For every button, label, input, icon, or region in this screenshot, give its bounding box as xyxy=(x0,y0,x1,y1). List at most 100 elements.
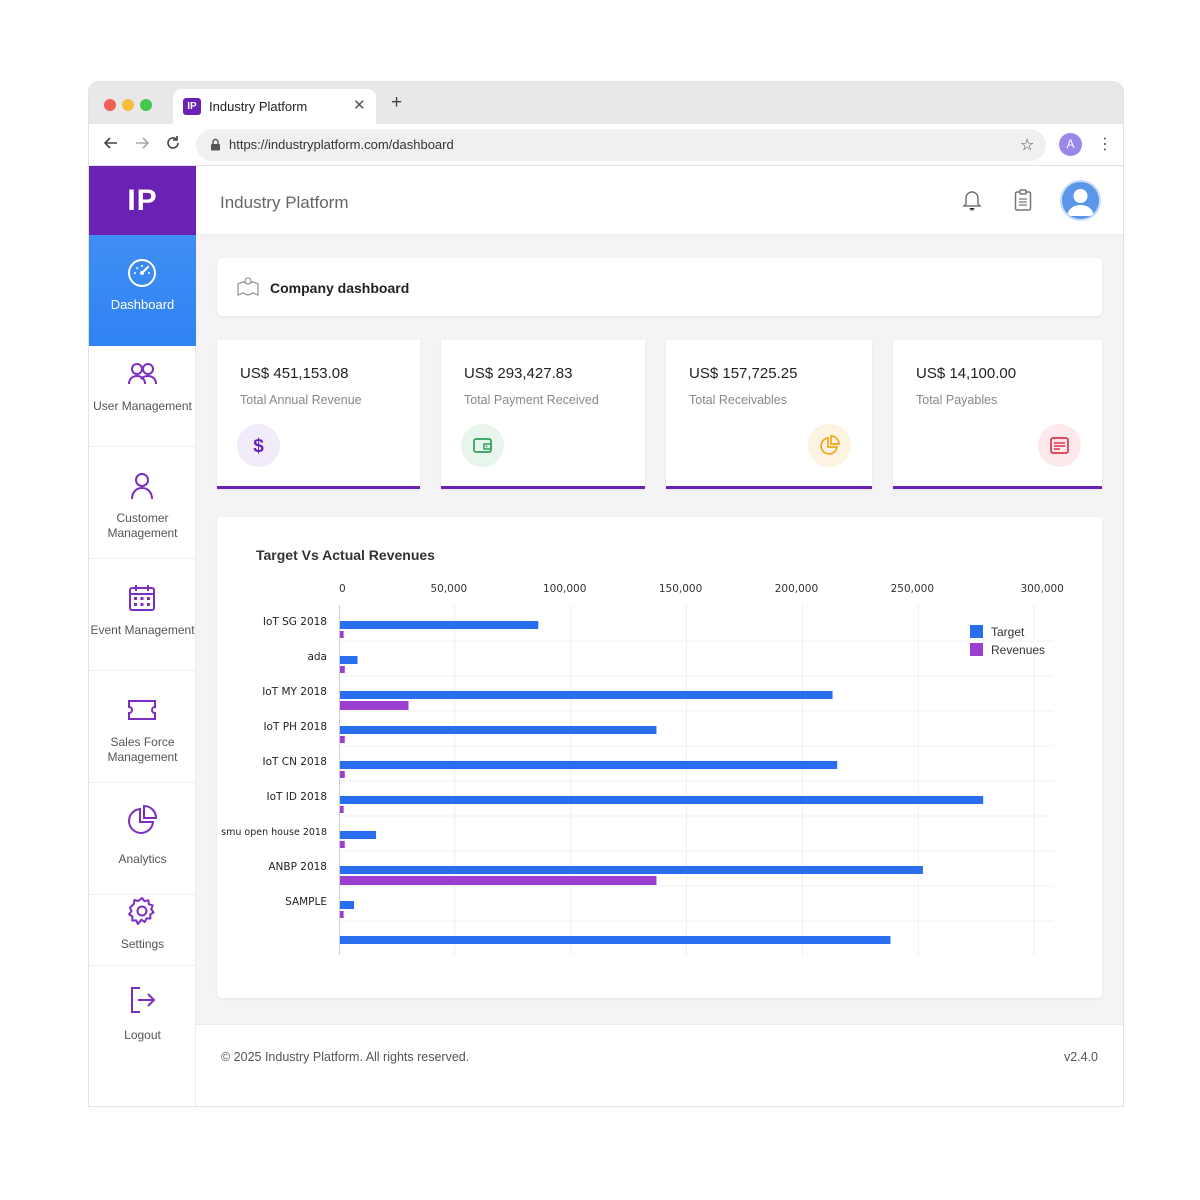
legend-swatch xyxy=(970,625,983,638)
y-tick-label: IoT ID 2018 xyxy=(266,791,327,803)
bar-target xyxy=(340,761,838,769)
kpi-card-payment-received: US$ 293,427.83 Total Payment Received xyxy=(441,340,645,489)
y-tick-label: IoT MY 2018 xyxy=(262,686,327,698)
legend-swatch xyxy=(970,643,983,656)
kpi-label: Total Payables xyxy=(916,393,998,407)
legend-label: Revenues xyxy=(991,643,1045,657)
bar-revenues xyxy=(340,666,345,673)
sidebar-item-dashboard[interactable]: Dashboard xyxy=(89,235,196,346)
kpi-value: US$ 157,725.25 xyxy=(689,365,798,382)
app-logo[interactable]: IP xyxy=(89,166,196,235)
legend-label: Target xyxy=(991,625,1025,639)
url-text: https://industryplatform.com/dashboard xyxy=(229,137,454,152)
browser-window: IP Industry Platform ✕ + https://industr… xyxy=(89,82,1123,1106)
bar-target xyxy=(340,901,355,909)
footer: © 2025 Industry Platform. All rights res… xyxy=(196,1024,1123,1106)
bar-revenues xyxy=(340,701,409,710)
bar-revenues xyxy=(340,876,657,885)
sidebar-item-label: Customer Management xyxy=(107,511,178,540)
sidebar-item-event-management[interactable]: Event Management xyxy=(89,560,196,671)
sidebar-item-user-management[interactable]: User Management xyxy=(89,336,196,447)
revenue-chart-card: Target Vs Actual Revenues 0 50,000 100,000… xyxy=(217,517,1102,998)
bar-target xyxy=(340,656,358,664)
map-icon xyxy=(237,276,259,301)
sidebar-item-logout[interactable]: Logout xyxy=(89,966,196,1057)
maximize-window-button[interactable] xyxy=(140,99,152,111)
banner-title: Company dashboard xyxy=(270,280,410,296)
bar-revenues xyxy=(340,631,344,638)
bar-revenues xyxy=(340,806,344,813)
sidebar-item-label: Settings xyxy=(120,937,165,951)
kpi-card-payables: US$ 14,100.00 Total Payables xyxy=(893,340,1102,489)
sidebar-item-settings[interactable]: Settings xyxy=(89,875,196,966)
page-title: Industry Platform xyxy=(220,193,349,212)
bar-target xyxy=(340,831,377,839)
favicon-icon: IP xyxy=(183,98,201,115)
bookmark-star-icon[interactable]: ☆ xyxy=(1020,135,1034,155)
sidebar-item-label: User Management xyxy=(93,399,192,413)
sidebar: IP Dashboard User Management Customer Ma… xyxy=(89,166,196,1106)
bar-revenues xyxy=(340,911,344,918)
user-icon xyxy=(131,473,153,500)
bar-target xyxy=(340,936,891,944)
new-tab-icon[interactable]: + xyxy=(391,93,402,112)
dollar-icon: $ xyxy=(237,424,280,467)
svg-text:$: $ xyxy=(253,436,264,456)
sidebar-item-label: Event Management xyxy=(90,623,195,637)
y-tick-label: ada xyxy=(307,651,327,663)
invoice-icon xyxy=(1038,424,1081,467)
x-tick-label: 0 xyxy=(339,583,346,595)
user-avatar[interactable] xyxy=(1060,180,1101,221)
reload-icon[interactable] xyxy=(165,135,181,154)
bell-icon[interactable] xyxy=(962,189,982,216)
dashboard-banner: Company dashboard xyxy=(217,258,1102,316)
sidebar-item-sales-force-management[interactable]: Sales Force Management xyxy=(89,672,196,783)
sidebar-item-label: Dashboard xyxy=(110,297,175,312)
bar-target xyxy=(340,691,833,699)
clipboard-icon[interactable] xyxy=(1014,189,1032,216)
copyright-text: © 2025 Industry Platform. All rights res… xyxy=(221,1050,470,1064)
users-icon xyxy=(128,363,157,385)
x-tick-label: 150,000 xyxy=(659,583,702,595)
bar-target xyxy=(340,796,984,804)
kpi-label: Total Annual Revenue xyxy=(240,393,362,407)
avatar-user-icon xyxy=(1067,189,1094,216)
y-tick-label: SAMPLE xyxy=(285,896,327,908)
bar-target xyxy=(340,621,539,629)
minimize-window-button[interactable] xyxy=(122,99,134,111)
revenue-bar-chart: 0 50,000 100,000 150,000 200,000 250,000 300,0… xyxy=(221,583,1064,955)
bar-target xyxy=(340,866,923,874)
wallet-icon xyxy=(461,424,504,467)
kpi-card-receivables: US$ 157,725.25 Total Receivables xyxy=(666,340,872,489)
bar-target xyxy=(340,726,657,734)
back-icon[interactable] xyxy=(103,135,119,154)
kpi-value: US$ 14,100.00 xyxy=(916,365,1017,382)
browser-tab[interactable]: IP Industry Platform ✕ xyxy=(173,89,376,124)
kpi-label: Total Receivables xyxy=(689,393,787,407)
bar-revenues xyxy=(340,841,345,848)
y-tick-label: IoT SG 2018 xyxy=(263,616,327,628)
browser-menu-icon[interactable]: ⋮ xyxy=(1097,134,1113,154)
kpi-label: Total Payment Received xyxy=(464,393,599,407)
address-bar[interactable]: https://industryplatform.com/dashboard ☆ xyxy=(196,129,1046,161)
pie-chart-icon xyxy=(808,424,851,467)
x-tick-label: 100,000 xyxy=(543,583,586,595)
x-tick-label: 300,000 xyxy=(1020,583,1063,595)
sidebar-item-label: Sales Force Management xyxy=(107,735,178,764)
kpi-card-annual-revenue: US$ 451,153.08 Total Annual Revenue $ xyxy=(217,340,420,489)
y-tick-label: IoT PH 2018 xyxy=(263,721,327,733)
forward-icon[interactable] xyxy=(134,135,150,154)
browser-toolbar: https://industryplatform.com/dashboard ☆… xyxy=(89,124,1123,166)
x-tick-label: 250,000 xyxy=(891,583,934,595)
tab-title: Industry Platform xyxy=(209,99,308,114)
sidebar-item-label: Analytics xyxy=(118,852,167,866)
bar-revenues xyxy=(340,736,345,743)
close-tab-icon[interactable]: ✕ xyxy=(353,96,366,114)
close-window-button[interactable] xyxy=(104,99,116,111)
kpi-value: US$ 293,427.83 xyxy=(464,365,573,382)
ticket-icon xyxy=(128,700,156,720)
sidebar-item-customer-management[interactable]: Customer Management xyxy=(89,448,196,559)
x-tick-label: 200,000 xyxy=(775,583,818,595)
version-text: v2.4.0 xyxy=(1063,1050,1098,1064)
profile-avatar[interactable]: A xyxy=(1059,133,1082,156)
